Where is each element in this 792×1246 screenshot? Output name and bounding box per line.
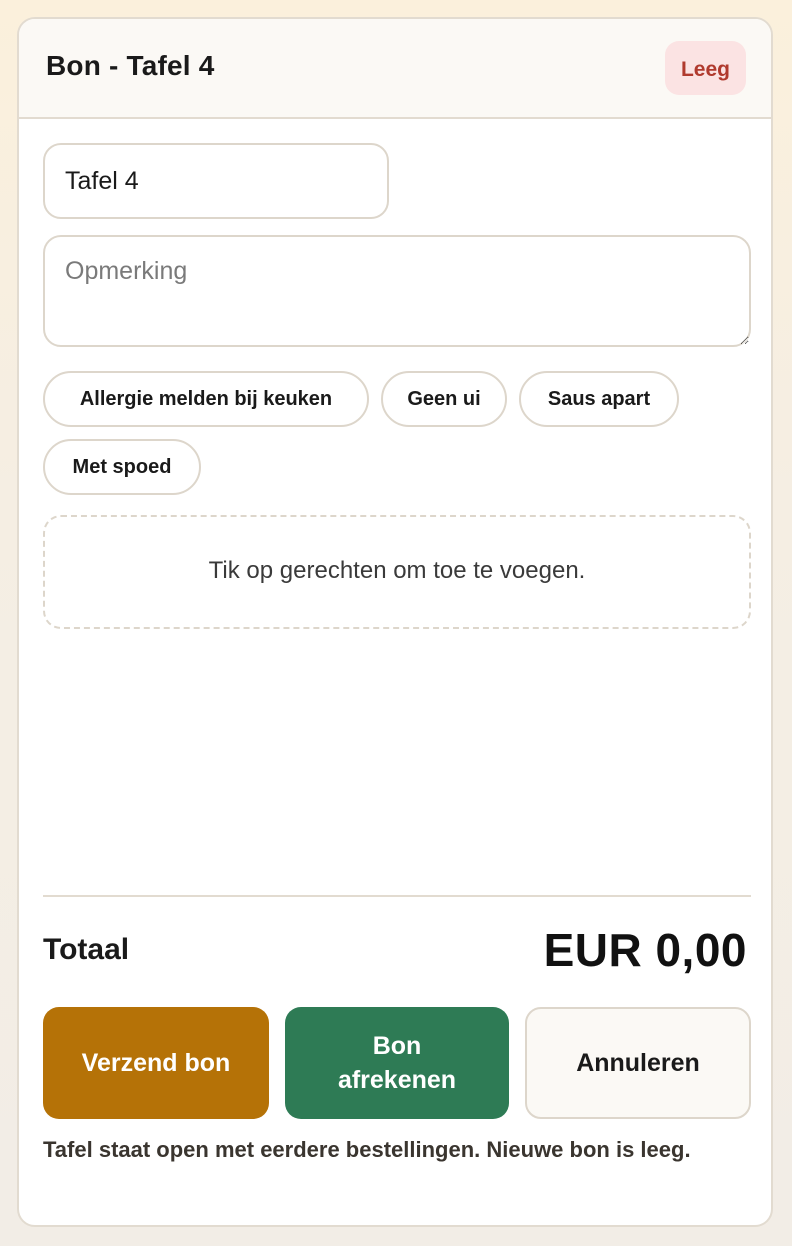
empty-items-placeholder: Tik op gerechten om toe te voegen. bbox=[43, 515, 751, 629]
order-panel: Bon - Tafel 4 Leeg Allergie melden bij k… bbox=[17, 17, 773, 1227]
divider bbox=[43, 895, 751, 897]
panel-header: Bon - Tafel 4 Leeg bbox=[19, 19, 771, 119]
cancel-button[interactable]: Annuleren bbox=[525, 1007, 751, 1119]
total-label: Totaal bbox=[43, 933, 130, 966]
table-name-input[interactable] bbox=[43, 143, 389, 219]
chip-geen-ui[interactable]: Geen ui bbox=[381, 371, 507, 427]
chip-allergie[interactable]: Allergie melden bij keuken bbox=[43, 371, 369, 427]
chip-saus-apart[interactable]: Saus apart bbox=[519, 371, 679, 427]
pay-order-button[interactable]: Bon afrekenen bbox=[285, 1007, 509, 1119]
total-value: EUR 0,00 bbox=[543, 924, 747, 976]
footer-status-note: Tafel staat open met eerdere bestellinge… bbox=[43, 1137, 691, 1162]
status-badge: Leeg bbox=[664, 41, 746, 95]
note-field[interactable] bbox=[43, 235, 751, 347]
send-order-button[interactable]: Verzend bon bbox=[43, 1007, 269, 1119]
chip-met-spoed[interactable]: Met spoed bbox=[43, 439, 201, 495]
panel-title: Bon - Tafel 4 bbox=[46, 50, 215, 81]
